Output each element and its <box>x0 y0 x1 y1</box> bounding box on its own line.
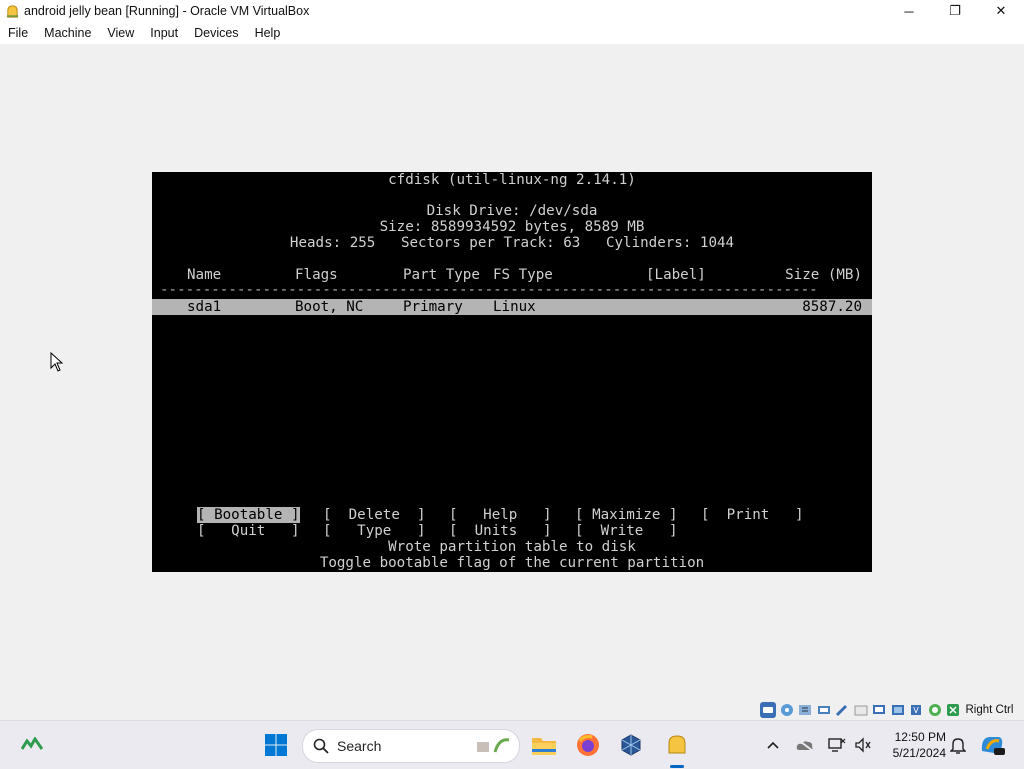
disk-drive-line: Disk Drive: /dev/sda <box>426 203 598 219</box>
search-highlight-icon <box>473 734 513 759</box>
maximize-button[interactable]: ❐ <box>932 0 978 22</box>
usb-icon[interactable] <box>834 702 850 718</box>
partition-name: sda1 <box>187 299 222 315</box>
units-button[interactable]: [ Units ] <box>449 523 552 539</box>
header-separator: ----------------------------------------… <box>160 282 818 298</box>
search-icon <box>313 738 329 754</box>
help-button[interactable]: [ Help ] <box>449 507 552 523</box>
recording-icon[interactable] <box>927 702 943 718</box>
clock-date: 5/21/2024 <box>892 746 946 760</box>
virtualbox-taskbar-icon[interactable] <box>615 729 647 761</box>
display-icon[interactable] <box>871 702 887 718</box>
virtualbox-window: android jelly bean [Running] - Oracle VM… <box>0 0 1024 720</box>
type-button[interactable]: [ Type ] <box>323 523 426 539</box>
help-text: Toggle bootable flag of the current part… <box>319 555 705 571</box>
network-status-icon[interactable] <box>826 737 848 753</box>
partition-flags: Boot, NC <box>295 299 364 315</box>
col-fs-type-header: FS Type <box>493 267 553 283</box>
status-message: Wrote partition table to disk <box>388 539 636 555</box>
close-button[interactable]: ✕ <box>978 0 1024 22</box>
menu-machine[interactable]: Machine <box>36 22 99 44</box>
hard-disk-icon[interactable] <box>760 702 776 718</box>
menu-devices[interactable]: Devices <box>186 22 246 44</box>
col-size-header: Size (MB) <box>785 267 862 283</box>
network-icon[interactable] <box>816 702 832 718</box>
running-vm-taskbar-icon[interactable] <box>661 729 693 761</box>
write-button[interactable]: [ Write ] <box>575 523 678 539</box>
copilot-icon[interactable] <box>976 729 1008 761</box>
windows-taskbar: Search 12:50 PM 5/21/2024 <box>0 720 1024 769</box>
firefox-icon[interactable] <box>572 729 604 761</box>
notification-bell-icon[interactable] <box>942 729 974 761</box>
disk-size-line: Size: 8589934592 bytes, 8589 MB <box>379 219 645 235</box>
menu-input[interactable]: Input <box>142 22 186 44</box>
bootable-button[interactable]: [ Bootable ] <box>197 507 300 523</box>
vm-console-screen[interactable]: cfdisk (util-linux-ng 2.14.1) Disk Drive… <box>152 172 872 572</box>
start-button-windows-icon[interactable] <box>260 729 292 761</box>
optical-drive-icon[interactable] <box>779 702 795 718</box>
maximize-menu-button[interactable]: [ Maximize ] <box>575 507 678 523</box>
col-flags-header: Flags <box>295 267 338 283</box>
cpu-icon[interactable]: V <box>908 702 924 718</box>
svg-text:V: V <box>913 706 919 715</box>
partition-size: 8587.20 <box>802 299 862 315</box>
quit-button[interactable]: [ Quit ] <box>197 523 300 539</box>
system-tray <box>762 721 878 769</box>
partition-row[interactable]: sda1 Boot, NC Primary Linux 8587.20 <box>152 299 872 315</box>
vm-status-bar: V Right Ctrl <box>760 700 1024 720</box>
mouse-pointer-icon <box>50 351 64 377</box>
col-label-header: [Label] <box>646 267 706 283</box>
menu-bar: File Machine View Input Devices Help <box>0 22 1024 44</box>
host-key-label[interactable]: Right Ctrl <box>966 704 1014 716</box>
program-title: cfdisk (util-linux-ng 2.14.1) <box>388 172 636 188</box>
col-name-header: Name <box>187 267 222 283</box>
delete-button[interactable]: [ Delete ] <box>323 507 426 523</box>
mouse-integration-icon[interactable] <box>945 702 961 718</box>
chevron-up-icon[interactable] <box>762 741 784 749</box>
disk-geometry-line: Heads: 255 Sectors per Track: 63 Cylinde… <box>289 235 735 251</box>
menu-view[interactable]: View <box>99 22 142 44</box>
shared-folders-icon[interactable] <box>853 702 869 718</box>
col-part-type-header: Part Type <box>403 267 480 283</box>
audio-icon[interactable] <box>797 702 813 718</box>
onedrive-offline-icon[interactable] <box>794 738 816 752</box>
widgets-icon[interactable] <box>16 729 48 761</box>
title-bar[interactable]: android jelly bean [Running] - Oracle VM… <box>0 0 1024 22</box>
print-button[interactable]: [ Print ] <box>701 507 804 523</box>
taskbar-clock[interactable]: 12:50 PM 5/21/2024 <box>880 729 946 761</box>
taskbar-search-box[interactable]: Search <box>302 729 520 763</box>
window-title: android jelly bean [Running] - Oracle VM… <box>24 4 310 18</box>
virtualbox-vm-icon <box>4 3 20 19</box>
minimize-button[interactable]: ─ <box>886 0 932 22</box>
menu-help[interactable]: Help <box>247 22 289 44</box>
file-explorer-icon[interactable] <box>528 729 560 761</box>
clock-time: 12:50 PM <box>894 730 946 744</box>
menu-file[interactable]: File <box>0 22 36 44</box>
partition-fs-type: Linux <box>493 299 536 315</box>
video-capture-icon[interactable] <box>890 702 906 718</box>
partition-table-header: Name Flags Part Type FS Type [Label] Siz… <box>152 267 872 283</box>
search-placeholder: Search <box>337 738 382 754</box>
volume-muted-icon[interactable] <box>852 737 874 753</box>
partition-part-type: Primary <box>403 299 463 315</box>
